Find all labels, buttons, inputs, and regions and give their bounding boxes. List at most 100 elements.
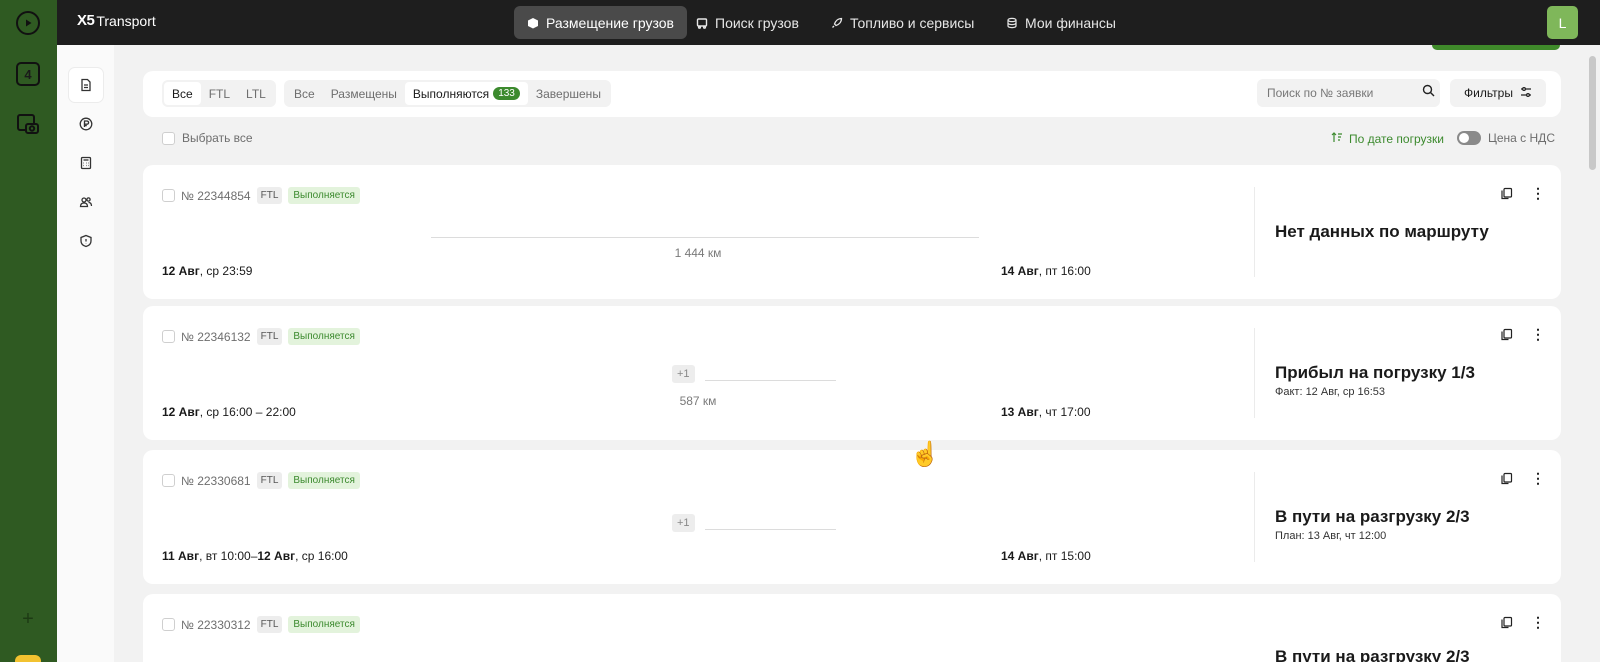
box-icon — [527, 17, 539, 29]
unloading-date: 13 Авг, чт 17:00 — [1001, 405, 1091, 419]
tracking-status-title: В пути на разгрузку 2/3 — [1275, 647, 1470, 662]
order-header: № 22330681 FTL Выполняется — [162, 472, 360, 489]
document-icon[interactable] — [69, 68, 103, 102]
loading-date-time: , ср 16:00 – 22:00 — [199, 405, 296, 419]
order-card[interactable]: № 22330681 FTL Выполняется +1 11 Авг, вт… — [143, 450, 1561, 584]
order-type-tag: FTL — [256, 472, 283, 489]
filters-label: Фильтры — [1464, 86, 1513, 100]
unloading-date-day: 14 Авг — [1001, 264, 1039, 278]
status-filter-all[interactable]: Все — [286, 82, 323, 105]
brand-name: Transport — [96, 12, 156, 29]
order-card[interactable]: № 22346132 FTL Выполняется +1 587 км 12 … — [143, 306, 1561, 440]
more-options-icon[interactable]: ⋮ — [1530, 185, 1546, 201]
order-number[interactable]: № 22330312 — [181, 618, 251, 632]
rocket-icon — [831, 17, 843, 29]
more-options-icon[interactable]: ⋮ — [1530, 614, 1546, 630]
card-divider — [1254, 328, 1255, 418]
primary-action-button[interactable] — [1432, 45, 1560, 50]
more-options-icon[interactable]: ⋮ — [1530, 470, 1546, 486]
unloading-date-time: , чт 17:00 — [1038, 405, 1091, 419]
filters-button[interactable]: Фильтры — [1450, 79, 1546, 107]
play-icon[interactable] — [16, 11, 40, 35]
status-filter-placed[interactable]: Размещены — [323, 82, 405, 105]
loading-date-time-end: , ср 16:00 — [295, 549, 348, 563]
loading-date-time: , вт 10:00– — [199, 549, 258, 563]
users-icon[interactable] — [69, 185, 103, 219]
section-sidebar — [57, 45, 114, 662]
order-checkbox[interactable] — [162, 330, 175, 343]
order-status-badge: Выполняется — [288, 328, 360, 345]
route-distance: 1 444 км — [674, 246, 722, 260]
app-shortcut-icon[interactable] — [15, 655, 41, 662]
coins-icon — [1006, 17, 1018, 29]
loading-date-day: 12 Авг — [162, 264, 200, 278]
order-type-tag: FTL — [256, 187, 283, 204]
order-status-badge: Выполняется — [288, 187, 360, 204]
status-filter-in-progress[interactable]: Выполняются 133 — [404, 82, 528, 105]
nav-my-finances[interactable]: Мои финансы — [993, 6, 1129, 39]
tracking-status-title: Нет данных по маршруту — [1275, 222, 1489, 241]
brand-logo[interactable]: X5 Transport — [77, 12, 156, 29]
nav-cargo-placement[interactable]: Размещение грузов — [514, 6, 687, 39]
loading-date-day: 12 Авг — [162, 405, 200, 419]
tracking-status-title: В пути на разгрузку 2/3 — [1275, 507, 1470, 526]
search-icon[interactable] — [1422, 84, 1435, 102]
vat-toggle-switch[interactable] — [1457, 131, 1481, 145]
add-icon[interactable]: + — [16, 607, 40, 631]
sort-label: По дате погрузки — [1349, 131, 1444, 146]
camera-icon[interactable] — [16, 112, 40, 136]
type-filter-ftl[interactable]: FTL — [201, 82, 238, 105]
hand-cursor-icon: ☝ — [910, 441, 940, 468]
more-options-icon[interactable]: ⋮ — [1530, 326, 1546, 342]
vat-price-toggle[interactable]: Цена с НДС — [1457, 131, 1555, 145]
nav-label: Размещение грузов — [546, 14, 674, 31]
select-all-checkbox[interactable] — [162, 131, 175, 145]
tracking-status-time: Факт: 12 Авг, ср 16:53 — [1275, 386, 1386, 398]
nav-label: Поиск грузов — [715, 14, 799, 31]
top-navigation: X5 Transport Размещение грузов Поиск гру… — [57, 0, 1600, 45]
orders-toolbar: Все FTL LTL Все Размещены Выполняются 13… — [143, 71, 1561, 117]
order-status-badge: Выполняется — [288, 616, 360, 633]
page-scrollbar[interactable] — [1589, 56, 1596, 170]
select-all[interactable]: Выбрать все — [162, 131, 253, 145]
sort-by-loading-date[interactable]: По дате погрузки — [1331, 131, 1444, 146]
order-number[interactable]: № 22344854 — [181, 189, 251, 203]
order-search — [1257, 79, 1440, 107]
order-checkbox[interactable] — [162, 189, 175, 202]
in-progress-count-badge: 133 — [493, 87, 520, 100]
type-filter-all[interactable]: Все — [164, 82, 201, 105]
order-type-tag: FTL — [256, 328, 283, 345]
status-filter-label: Выполняются — [412, 86, 490, 101]
copy-icon[interactable] — [1498, 326, 1514, 342]
number-badge-icon[interactable]: 4 — [16, 62, 40, 86]
user-avatar[interactable]: L — [1547, 6, 1578, 39]
nav-fuel-services[interactable]: Топливо и сервисы — [818, 6, 987, 39]
order-search-input[interactable] — [1267, 86, 1422, 100]
nav-label: Топливо и сервисы — [850, 14, 975, 31]
copy-icon[interactable] — [1498, 470, 1514, 486]
nav-cargo-search[interactable]: Поиск грузов — [683, 6, 812, 39]
order-card[interactable]: № 22330312 FTL Выполняется В пути на раз… — [143, 594, 1561, 662]
sort-icon — [1331, 131, 1343, 146]
select-all-label: Выбрать все — [182, 131, 253, 145]
status-filter-completed[interactable]: Завершены — [528, 82, 609, 105]
order-card[interactable]: № 22344854 FTL Выполняется 1 444 км 12 А… — [143, 165, 1561, 299]
route-line — [705, 380, 836, 381]
unloading-date-time: , пт 15:00 — [1038, 549, 1091, 563]
type-filter-ltl[interactable]: LTL — [238, 82, 274, 105]
unloading-date: 14 Авг, пт 16:00 — [1001, 264, 1091, 278]
order-header: № 22344854 FTL Выполняется — [162, 187, 360, 204]
order-number[interactable]: № 22330681 — [181, 474, 251, 488]
calculator-icon[interactable] — [69, 146, 103, 180]
tracking-status-title: Прибыл на погрузку 1/3 — [1275, 363, 1475, 382]
order-number[interactable]: № 22346132 — [181, 330, 251, 344]
unloading-date-day: 13 Авг — [1001, 405, 1039, 419]
copy-icon[interactable] — [1498, 614, 1514, 630]
order-checkbox[interactable] — [162, 618, 175, 631]
order-checkbox[interactable] — [162, 474, 175, 487]
ruble-icon[interactable] — [69, 107, 103, 141]
extra-stops-badge: +1 — [672, 365, 695, 383]
shield-icon[interactable] — [69, 224, 103, 258]
copy-icon[interactable] — [1498, 185, 1514, 201]
app-rail: 4 + — [0, 0, 57, 662]
